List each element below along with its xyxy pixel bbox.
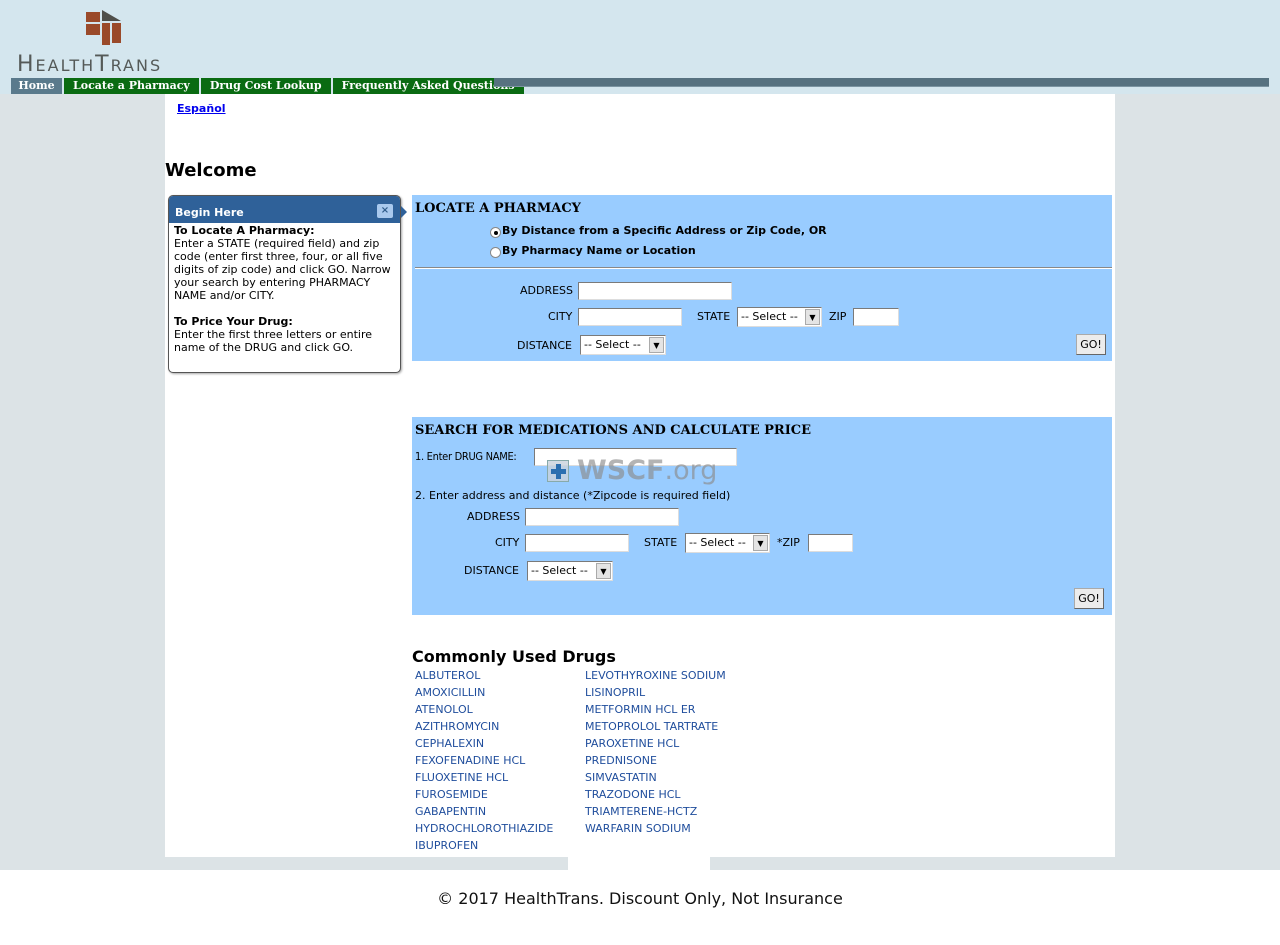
drug-link[interactable]: AZITHROMYCIN bbox=[415, 718, 553, 735]
common-drugs-title: Commonly Used Drugs bbox=[412, 647, 616, 666]
logo-mark-icon bbox=[86, 10, 121, 45]
drug-link[interactable]: TRIAMTERENE-HCTZ bbox=[585, 803, 726, 820]
drug-name-input[interactable] bbox=[534, 448, 737, 466]
drug-link[interactable]: PREDNISONE bbox=[585, 752, 726, 769]
help-box-body: To Locate A Pharmacy: Enter a STATE (req… bbox=[169, 223, 400, 355]
begin-here-help-box: Begin Here × To Locate A Pharmacy: Enter… bbox=[168, 195, 407, 373]
locate-pharmacy-panel: LOCATE A PHARMACY By Distance from a Spe… bbox=[412, 195, 1112, 361]
nav-drug-cost-lookup[interactable]: Drug Cost Lookup bbox=[200, 78, 331, 94]
med-state-label: STATE bbox=[644, 536, 678, 549]
drug-link[interactable]: LISINOPRIL bbox=[585, 684, 726, 701]
espanol-link[interactable]: Español bbox=[177, 102, 226, 115]
help-heading-price: To Price Your Drug: bbox=[174, 315, 293, 328]
dropdown-arrow-icon: ▼ bbox=[805, 309, 820, 325]
medication-go-button[interactable]: GO! bbox=[1074, 588, 1104, 609]
help-box-header: Begin Here × bbox=[169, 196, 407, 223]
radio-by-name[interactable]: By Pharmacy Name or Location bbox=[490, 243, 696, 258]
med-zip-label: *ZIP bbox=[777, 536, 800, 549]
dropdown-arrow-icon: ▼ bbox=[649, 337, 664, 353]
distance-select-value: -- Select -- bbox=[584, 338, 641, 351]
state-select-value: -- Select -- bbox=[741, 310, 798, 323]
locate-pharmacy-title: LOCATE A PHARMACY bbox=[415, 201, 581, 216]
radio-button[interactable] bbox=[490, 247, 501, 258]
content-bottom-tab bbox=[568, 857, 710, 870]
drug-link[interactable]: ATENOLOL bbox=[415, 701, 553, 718]
drug-link[interactable]: HYDROCHLOROTHIAZIDE bbox=[415, 820, 553, 837]
drug-link[interactable]: ALBUTEROL bbox=[415, 667, 553, 684]
radio-button-checked[interactable] bbox=[490, 227, 501, 238]
nav-home[interactable]: Home bbox=[11, 78, 62, 94]
city-input[interactable] bbox=[578, 308, 682, 326]
drug-name-label: 1. Enter DRUG NAME: bbox=[415, 450, 517, 463]
drug-link[interactable]: METOPROLOL TARTRATE bbox=[585, 718, 726, 735]
help-box-title: Begin Here bbox=[175, 206, 244, 219]
drug-list-column-2: LEVOTHYROXINE SODIUM LISINOPRIL METFORMIN … bbox=[585, 667, 726, 837]
med-zip-input[interactable] bbox=[808, 534, 853, 552]
drug-link[interactable]: METFORMIN HCL ER bbox=[585, 701, 726, 718]
med-address-label: ADDRESS bbox=[467, 510, 521, 523]
med-distance-select-value: -- Select -- bbox=[531, 564, 588, 577]
nav-locate-pharmacy[interactable]: Locate a Pharmacy bbox=[64, 78, 199, 94]
med-address-input[interactable] bbox=[525, 508, 679, 526]
drug-link[interactable]: FLUOXETINE HCL bbox=[415, 769, 553, 786]
zip-input[interactable] bbox=[853, 308, 899, 326]
radio-label-by-distance: By Distance from a Specific Address or Z… bbox=[502, 224, 827, 237]
main-nav: Home Locate a Pharmacy Drug Cost Lookup … bbox=[11, 78, 526, 94]
help-text-price: Enter the first three letters or entire … bbox=[174, 328, 373, 354]
drug-link[interactable]: GABAPENTIN bbox=[415, 803, 553, 820]
drug-link[interactable]: AMOXICILLIN bbox=[415, 684, 553, 701]
drug-link[interactable]: PAROXETINE HCL bbox=[585, 735, 726, 752]
drug-link[interactable]: SIMVASTATIN bbox=[585, 769, 726, 786]
drug-link[interactable]: CEPHALEXIN bbox=[415, 735, 553, 752]
zip-label: ZIP bbox=[829, 310, 847, 323]
drug-link[interactable]: WARFARIN SODIUM bbox=[585, 820, 726, 837]
healthtrans-logo[interactable]: HEALTHTRANS bbox=[17, 8, 207, 77]
city-label: CITY bbox=[548, 310, 573, 323]
med-state-select-value: -- Select -- bbox=[689, 536, 746, 549]
drug-link[interactable]: FEXOFENADINE HCL bbox=[415, 752, 553, 769]
pointer-arrow-icon bbox=[401, 206, 407, 218]
drug-link[interactable]: FUROSEMIDE bbox=[415, 786, 553, 803]
medication-search-panel: SEARCH FOR MEDICATIONS AND CALCULATE PRI… bbox=[412, 417, 1112, 615]
dropdown-arrow-icon: ▼ bbox=[596, 563, 611, 579]
distance-label: DISTANCE bbox=[517, 339, 572, 352]
dropdown-arrow-icon: ▼ bbox=[753, 535, 768, 551]
radio-label-by-name: By Pharmacy Name or Location bbox=[502, 244, 696, 257]
drug-list-column-1: ALBUTEROL AMOXICILLIN ATENOLOL AZITHROMYCIN… bbox=[415, 667, 553, 854]
footer-copyright: © 2017 HealthTrans. Discount Only, Not I… bbox=[437, 889, 843, 908]
state-label: STATE bbox=[697, 310, 731, 323]
section-divider bbox=[415, 267, 1112, 269]
radio-by-distance[interactable]: By Distance from a Specific Address or Z… bbox=[490, 223, 827, 238]
address-label: ADDRESS bbox=[520, 284, 574, 297]
locate-go-button[interactable]: GO! bbox=[1076, 334, 1106, 355]
med-city-input[interactable] bbox=[525, 534, 629, 552]
address-input[interactable] bbox=[578, 282, 732, 300]
state-select[interactable]: -- Select -- ▼ bbox=[737, 307, 822, 327]
help-text-locate: Enter a STATE (required field) and zip c… bbox=[174, 237, 391, 302]
close-icon[interactable]: × bbox=[377, 204, 393, 218]
med-state-select[interactable]: -- Select -- ▼ bbox=[685, 533, 770, 553]
med-distance-select[interactable]: -- Select -- ▼ bbox=[527, 561, 613, 581]
drug-link[interactable]: TRAZODONE HCL bbox=[585, 786, 726, 803]
drug-link[interactable]: IBUPROFEN bbox=[415, 837, 553, 854]
nav-divider-bar bbox=[494, 78, 1269, 87]
med-distance-label: DISTANCE bbox=[464, 564, 519, 577]
page-title: Welcome bbox=[165, 160, 257, 181]
drug-link[interactable]: LEVOTHYROXINE SODIUM bbox=[585, 667, 726, 684]
distance-select[interactable]: -- Select -- ▼ bbox=[580, 335, 666, 355]
step2-label: 2. Enter address and distance (*Zipcode … bbox=[415, 489, 731, 502]
help-heading-locate: To Locate A Pharmacy: bbox=[174, 224, 315, 237]
logo-text: HEALTHTRANS bbox=[17, 52, 163, 77]
med-city-label: CITY bbox=[495, 536, 520, 549]
medication-search-title: SEARCH FOR MEDICATIONS AND CALCULATE PRI… bbox=[415, 423, 812, 438]
